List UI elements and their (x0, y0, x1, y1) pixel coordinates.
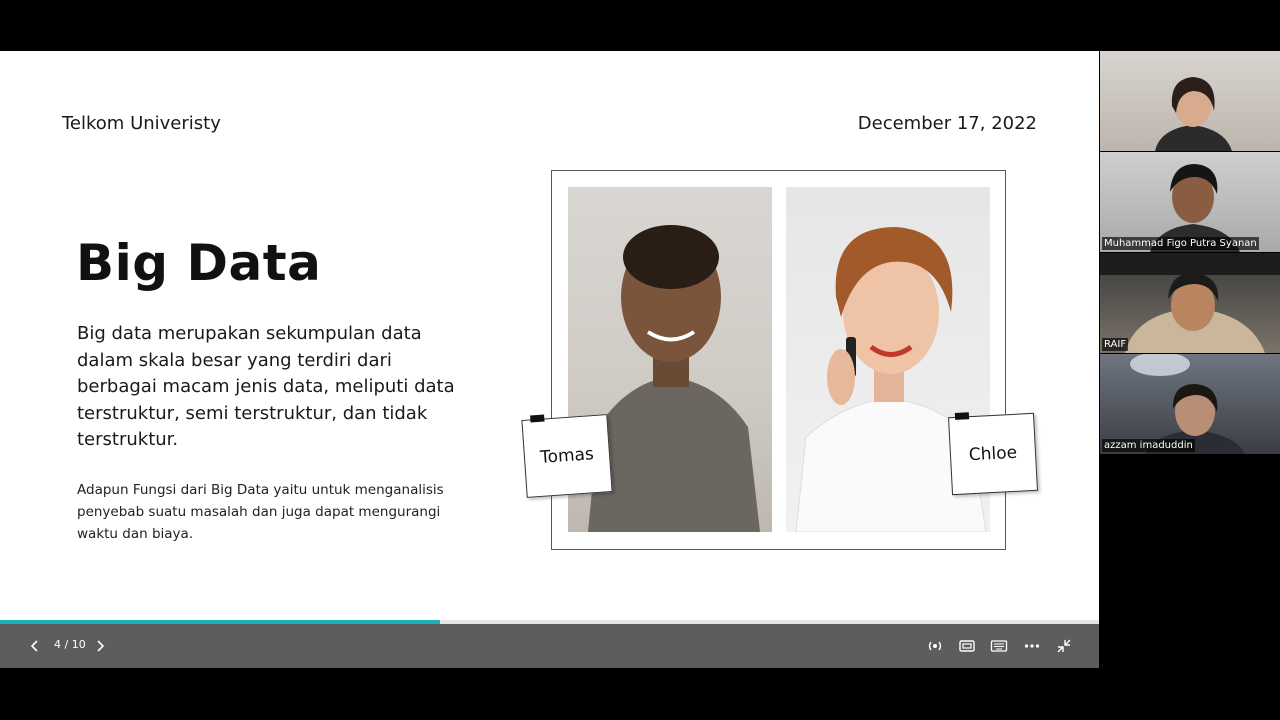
participant-tile[interactable] (1100, 51, 1280, 151)
organization-label: Telkom Univeristy (62, 113, 221, 134)
slide-date: December 17, 2022 (857, 113, 1037, 134)
page-indicator: 4 / 10 (54, 638, 86, 651)
participant-name: azzam imaduddin (1102, 439, 1195, 452)
tape-icon (954, 412, 970, 420)
slide-title: Big Data (76, 234, 322, 292)
next-slide-button[interactable] (89, 635, 111, 657)
chevron-left-icon (30, 640, 38, 652)
chevron-right-icon (97, 640, 105, 652)
photo-frame (551, 170, 1006, 550)
participant-name: RAIF (1102, 338, 1129, 351)
keyboard-icon (990, 640, 1008, 652)
broadcast-button[interactable] (924, 635, 946, 657)
tape-icon (530, 414, 545, 423)
previous-slide-button[interactable] (24, 635, 46, 657)
exit-fullscreen-button[interactable] (1053, 635, 1075, 657)
broadcast-icon (928, 641, 942, 651)
participant-tile[interactable]: Muhammad Figo Putra Syanan (1100, 152, 1280, 252)
participant-tile[interactable]: RAIF (1100, 253, 1280, 353)
window-button[interactable] (956, 635, 978, 657)
presentation-controls: 4 / 10 (0, 624, 1099, 668)
name-tag-left: Tomas (521, 414, 613, 498)
keyboard-button[interactable] (988, 635, 1010, 657)
window-icon (959, 640, 975, 652)
name-tag-right: Chloe (948, 412, 1038, 496)
more-icon (1024, 644, 1040, 648)
slide-paragraph-secondary: Adapun Fungsi dari Big Data yaitu untuk … (77, 482, 444, 542)
participant-video (1155, 77, 1232, 151)
more-options-button[interactable] (1021, 635, 1043, 657)
participant-tile[interactable]: azzam imaduddin (1100, 354, 1280, 454)
name-tag-label: Tomas (539, 444, 595, 468)
name-tag-label: Chloe (968, 442, 1018, 466)
presentation-slide: Telkom Univeristy December 17, 2022 Big … (0, 51, 1099, 624)
slide-paragraph: Big data merupakan sekumpulan data dalam… (77, 323, 455, 450)
participant-name: Muhammad Figo Putra Syanan (1102, 237, 1259, 250)
exit-fullscreen-icon (1057, 639, 1071, 653)
